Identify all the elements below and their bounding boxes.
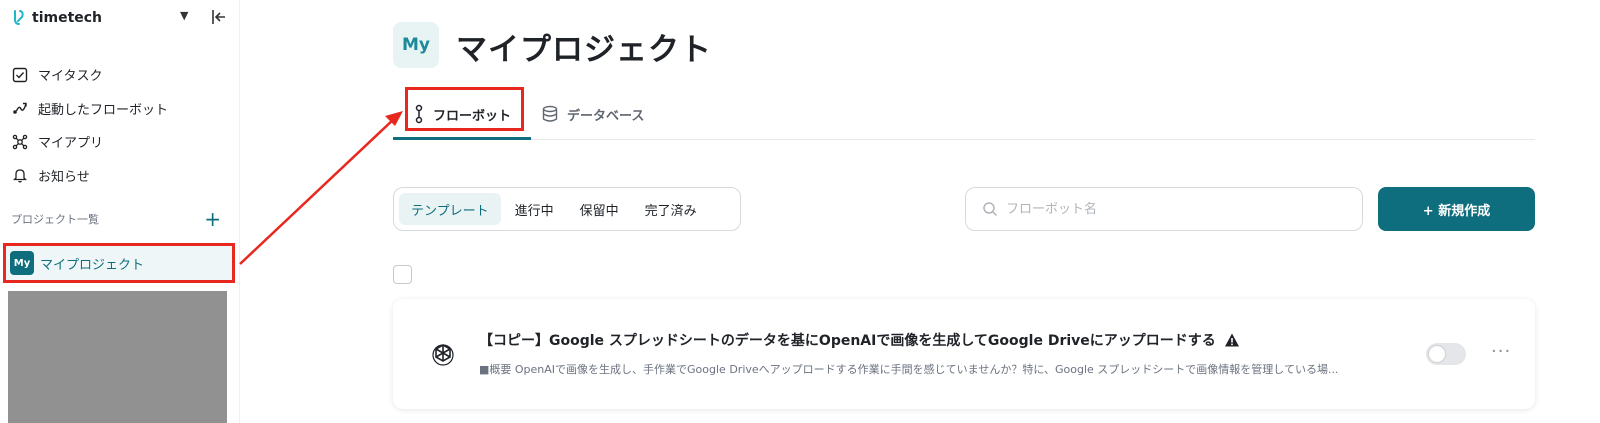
active-tab-indicator (393, 137, 531, 140)
task-check-icon (12, 67, 28, 82)
projects-section-header: プロジェクト一覧 + (11, 209, 221, 229)
select-all-checkbox[interactable] (393, 265, 412, 284)
filter-completed[interactable]: 完了済み (633, 193, 709, 225)
warning-icon (1224, 333, 1239, 347)
search-box (965, 187, 1363, 231)
sidebar-item-my-tasks[interactable]: マイタスク (12, 58, 232, 92)
projects-heading: プロジェクト一覧 (11, 213, 99, 226)
database-icon (542, 105, 558, 122)
redacted-area (8, 291, 227, 423)
filter-in-progress[interactable]: 進行中 (503, 193, 566, 225)
apps-network-icon (12, 134, 28, 149)
flowbot-description: ■概要 OpenAIで画像を生成し、手作業でGoogle Driveへアップロー… (479, 363, 1339, 376)
sidebar-item-label: マイアプリ (38, 136, 104, 152)
sidebar: timetech ▼ マイタスク 起動したフローボット マイアプリ お知らせ プ… (0, 0, 240, 423)
project-icon: My (393, 22, 439, 68)
status-filter-group: テンプレート 進行中 保留中 完了済み (393, 187, 741, 231)
timetech-logo-icon (14, 10, 24, 25)
bell-icon (12, 169, 28, 183)
tab-bar: フローボット データベース (393, 90, 1535, 140)
openai-icon (432, 344, 454, 366)
search-input[interactable] (1006, 201, 1346, 217)
workspace-switcher[interactable]: timetech (12, 8, 102, 28)
tab-label: データベース (567, 108, 645, 124)
brand-name: timetech (32, 10, 103, 26)
add-project-button[interactable]: + (204, 209, 221, 229)
flowbot-enable-toggle[interactable] (1426, 343, 1466, 365)
flowbot-card[interactable]: 【コピー】Google スプレッドシートのデータを基にOpenAIで画像を生成し… (393, 299, 1535, 409)
flowbot-title: 【コピー】Google スプレッドシートのデータを基にOpenAIで画像を生成し… (479, 330, 1240, 350)
chevron-down-icon[interactable]: ▼ (180, 9, 188, 22)
sidebar-nav: マイタスク 起動したフローボット マイアプリ お知らせ (12, 58, 232, 192)
flow-launch-icon (13, 103, 27, 115)
collapse-sidebar-icon[interactable] (210, 8, 228, 26)
more-options-icon[interactable]: ··· (1491, 341, 1511, 362)
sidebar-item-launched-flowbots[interactable]: 起動したフローボット (12, 92, 232, 126)
annotation-highlight-box (3, 243, 235, 283)
flowbot-title-text: 【コピー】Google スプレッドシートのデータを基にOpenAIで画像を生成し… (479, 333, 1216, 349)
toggle-knob (1429, 346, 1445, 362)
sidebar-item-label: お知らせ (38, 169, 90, 185)
filter-on-hold[interactable]: 保留中 (568, 193, 631, 225)
filter-template[interactable]: テンプレート (399, 193, 501, 225)
search-icon (983, 202, 998, 217)
annotation-highlight-box (405, 87, 524, 131)
sidebar-item-label: マイタスク (38, 69, 103, 85)
sidebar-item-notifications[interactable]: お知らせ (12, 159, 232, 193)
new-flowbot-button[interactable]: + 新規作成 (1378, 187, 1535, 231)
tab-database[interactable]: データベース (541, 90, 644, 138)
sidebar-item-my-apps[interactable]: マイアプリ (12, 125, 232, 159)
sidebar-item-label: 起動したフローボット (38, 102, 169, 118)
page-title: マイプロジェクト (456, 32, 712, 68)
